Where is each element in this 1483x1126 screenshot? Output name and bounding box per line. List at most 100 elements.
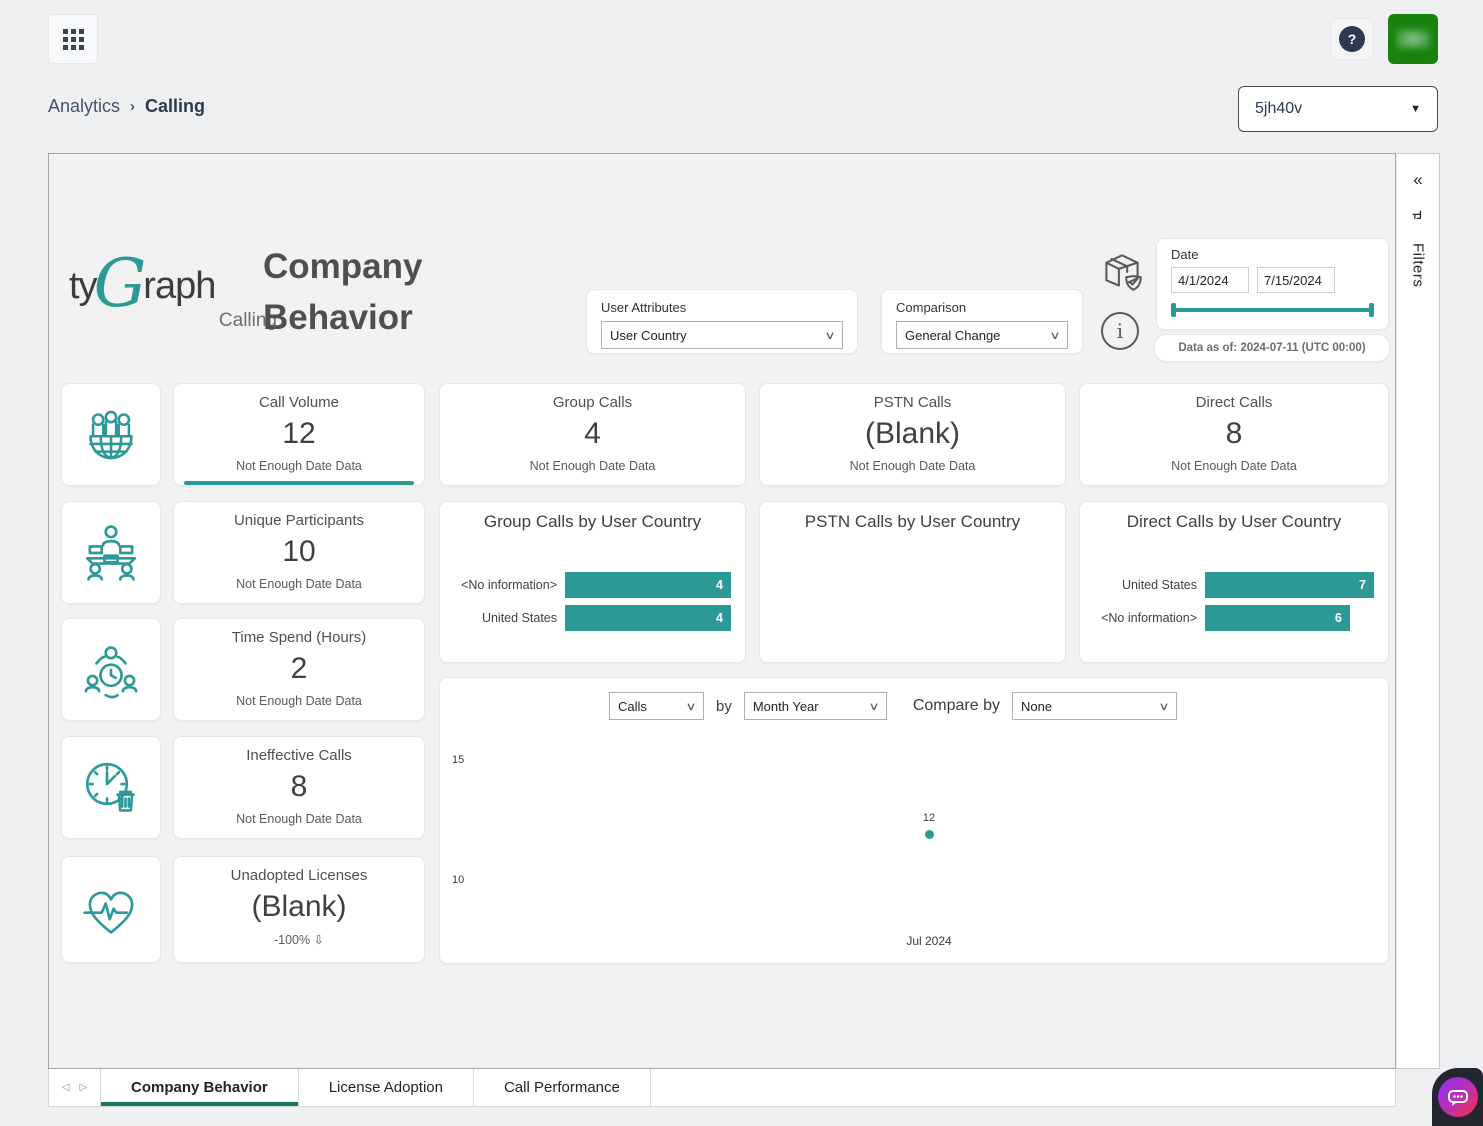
kpi-note: Not Enough Date Data — [174, 812, 424, 826]
kpi-title: Unadopted Licenses — [174, 867, 424, 884]
workspace-dropdown[interactable]: 5jh40v ▼ — [1238, 86, 1438, 132]
breadcrumb-analytics[interactable]: Analytics — [48, 96, 120, 117]
bar-row[interactable]: United States 7 — [1080, 568, 1374, 601]
breadcrumb: Analytics › Calling — [48, 96, 205, 117]
tab-next-icon[interactable]: ▷ — [80, 1082, 88, 1093]
kpi-ineffective-calls[interactable]: Ineffective Calls 8 Not Enough Date Data — [173, 736, 425, 839]
kpi-direct-calls[interactable]: Direct Calls 8 Not Enough Date Data — [1079, 383, 1389, 486]
kpi-unique-participants[interactable]: Unique Participants 10 Not Enough Date D… — [173, 501, 425, 604]
waffle-icon — [63, 29, 84, 50]
comparison-slicer: Comparison General Change ∨ — [881, 289, 1083, 354]
kpi-value: 12 — [174, 417, 424, 451]
bar[interactable]: 4 — [565, 605, 731, 631]
breadcrumb-calling: Calling — [145, 96, 205, 117]
kpi-group-calls[interactable]: Group Calls 4 Not Enough Date Data — [439, 383, 746, 486]
tab-prev-icon[interactable]: ◁ — [62, 1082, 70, 1093]
tab-call-performance[interactable]: Call Performance — [474, 1069, 651, 1106]
kpi-title: Call Volume — [174, 394, 424, 411]
tygraph-logo: ty G raph Calling — [69, 250, 279, 342]
tab-label: License Adoption — [329, 1079, 443, 1096]
kpi-call-volume[interactable]: Call Volume 12 Not Enough Date Data — [173, 383, 425, 486]
pin-icon[interactable] — [1410, 208, 1426, 229]
chart-calls-trend[interactable]: Calls ∨ by Month Year ∨ Compare by None … — [439, 677, 1389, 964]
kpi-note: Not Enough Date Data — [174, 694, 424, 708]
unadopted-licenses-icon-card — [61, 856, 161, 963]
kpi-pstn-calls[interactable]: PSTN Calls (Blank) Not Enough Date Data — [759, 383, 1066, 486]
filters-label[interactable]: Filters — [1410, 243, 1427, 287]
people-globe-icon — [79, 403, 143, 467]
caret-down-icon: ▼ — [1410, 103, 1421, 115]
tab-license-adoption[interactable]: License Adoption — [299, 1069, 474, 1106]
chevron-down-icon: ∨ — [1049, 329, 1060, 342]
account-brand-button[interactable] — [1388, 14, 1438, 64]
kpi-value: 8 — [174, 770, 424, 804]
brand-logo — [1396, 29, 1430, 49]
comparison-select[interactable]: General Change ∨ — [896, 321, 1068, 349]
data-as-of-badge: Data as of: 2024-07-11 (UTC 00:00) — [1154, 334, 1390, 362]
chat-widget-button[interactable] — [1432, 1068, 1483, 1126]
kpi-title: Time Spend (Hours) — [174, 629, 424, 646]
tab-label: Company Behavior — [131, 1079, 268, 1096]
kpi-time-spend[interactable]: Time Spend (Hours) 2 Not Enough Date Dat… — [173, 618, 425, 721]
question-mark-icon: ? — [1339, 26, 1365, 52]
logo-text-raph: raph — [143, 265, 215, 308]
selected-indicator — [184, 481, 414, 485]
user-attributes-select[interactable]: User Country ∨ — [601, 321, 843, 349]
by-label: by — [716, 698, 732, 715]
user-attributes-value: User Country — [610, 328, 687, 343]
compare-by-label: Compare by — [913, 697, 1000, 715]
data-point[interactable] — [925, 830, 934, 839]
date-start-input[interactable] — [1171, 267, 1249, 293]
kpi-title: Direct Calls — [1080, 394, 1388, 411]
info-icon[interactable]: i — [1101, 312, 1139, 350]
slider-handle-start[interactable] — [1171, 303, 1176, 317]
date-end-input[interactable] — [1257, 267, 1335, 293]
y-axis-tick: 10 — [452, 874, 464, 886]
user-attributes-slicer: User Attributes User Country ∨ — [586, 289, 858, 354]
chevron-down-icon: ∨ — [685, 700, 696, 713]
bar[interactable]: 6 — [1205, 605, 1350, 631]
bar[interactable]: 7 — [1205, 572, 1374, 598]
bar-category-label: <No information> — [1080, 611, 1205, 625]
date-range-slider[interactable] — [1171, 303, 1374, 317]
kpi-title: Ineffective Calls — [174, 747, 424, 764]
help-button[interactable]: ? — [1330, 18, 1374, 60]
kpi-note: Not Enough Date Data — [760, 459, 1065, 473]
chevron-down-icon: ∨ — [824, 329, 835, 342]
bar-row[interactable]: <No information> 4 — [440, 568, 731, 601]
tab-nav-arrows: ◁ ▷ — [49, 1069, 101, 1106]
slider-track — [1171, 308, 1374, 312]
dimension-select[interactable]: Month Year ∨ — [744, 692, 887, 720]
chart-direct-calls-by-country[interactable]: Direct Calls by User Country United Stat… — [1079, 501, 1389, 663]
bar-row[interactable]: <No information> 6 — [1080, 601, 1374, 634]
slider-handle-end[interactable] — [1369, 303, 1374, 317]
report-tab-bar: ◁ ▷ Company Behavior License Adoption Ca… — [48, 1069, 1396, 1107]
tab-company-behavior[interactable]: Company Behavior — [101, 1069, 299, 1106]
data-point-label: 12 — [923, 812, 935, 824]
kpi-unadopted-licenses[interactable]: Unadopted Licenses (Blank) -100% ⇩ — [173, 856, 425, 963]
app-launcher-button[interactable] — [48, 14, 98, 64]
chart-group-calls-by-country[interactable]: Group Calls by User Country <No informat… — [439, 501, 746, 663]
kpi-note: -100% ⇩ — [174, 932, 424, 947]
kpi-value: 4 — [440, 417, 745, 451]
y-axis-tick: 15 — [452, 754, 464, 766]
kpi-value: 2 — [174, 652, 424, 686]
kpi-title: Group Calls — [440, 394, 745, 411]
package-verified-icon[interactable] — [1096, 246, 1148, 298]
bar[interactable]: 4 — [565, 572, 731, 598]
measure-select[interactable]: Calls ∨ — [609, 692, 704, 720]
expand-filters-icon[interactable]: « — [1413, 170, 1422, 190]
clock-trash-icon — [78, 755, 144, 821]
breadcrumb-separator-icon: › — [130, 98, 135, 115]
bar-category-label: United States — [440, 611, 565, 625]
bar-row[interactable]: United States 4 — [440, 601, 731, 634]
kpi-title: Unique Participants — [174, 512, 424, 529]
compare-select[interactable]: None ∨ — [1012, 692, 1177, 720]
user-attributes-label: User Attributes — [601, 300, 843, 315]
people-clock-cycle-icon — [78, 637, 144, 703]
date-slicer: Date — [1156, 238, 1389, 330]
kpi-value: (Blank) — [174, 890, 424, 924]
comparison-value: General Change — [905, 328, 1000, 343]
workspace-dropdown-value: 5jh40v — [1255, 100, 1302, 118]
chart-pstn-calls-by-country[interactable]: PSTN Calls by User Country — [759, 501, 1066, 663]
